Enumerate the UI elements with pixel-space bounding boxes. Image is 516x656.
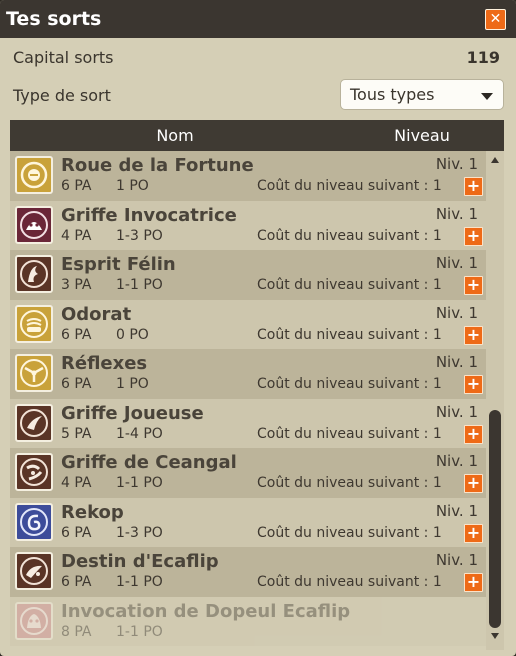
spell-row[interactable]: Odorat 6 PA 0 PO Niv. 1 Coût du niveau s… [10, 299, 486, 349]
summoning-claw-icon [15, 205, 53, 244]
spell-row[interactable]: Roue de la Fortune 6 PA 1 PO Niv. 1 Coût… [10, 151, 486, 201]
spell-list: Roue de la Fortune 6 PA 1 PO Niv. 1 Coût… [10, 151, 486, 650]
spell-name: Destin d'Ecaflip [61, 551, 219, 572]
spell-type-label: Type de sort [13, 86, 111, 105]
dopeul-summon-icon [15, 601, 53, 640]
spell-ap-cost: 8 PA [61, 623, 92, 640]
reflexes-icon [15, 354, 53, 392]
spell-next-level-cost: Coût du niveau suivant : 1 [257, 326, 442, 343]
spell-level: Niv. 1 [435, 303, 478, 322]
scroll-down-arrow-icon[interactable] [491, 633, 499, 639]
spell-name: Griffe Joueuse [61, 402, 204, 424]
feline-spirit-icon [15, 255, 53, 293]
spell-next-level-cost: Coût du niveau suivant : 1 [257, 524, 442, 541]
spell-range: 1 PO [116, 376, 149, 392]
spell-name: Réflexes [61, 353, 148, 374]
level-up-button[interactable]: + [464, 474, 483, 493]
spell-type-selected: Tous types [350, 85, 435, 104]
spell-next-level-cost: Coût du niveau suivant : 1 [257, 475, 442, 491]
level-up-button[interactable]: + [464, 573, 483, 592]
spell-row[interactable]: Réflexes 6 PA 1 PO Niv. 1 Coût du niveau… [10, 349, 486, 399]
playful-claw-icon [15, 403, 53, 442]
fortune-wheel-icon [15, 156, 53, 194]
spell-level: Niv. 1 [435, 452, 478, 470]
spell-next-level-cost: Coût du niveau suivant : 1 [257, 574, 442, 590]
spell-next-level-cost: Coût du niveau suivant : 1 [257, 178, 442, 194]
spell-level: Niv. 1 [435, 551, 478, 569]
title-bar: Tes sorts ✕ [0, 0, 516, 38]
spell-row[interactable]: Griffe de Ceangal 4 PA 1-1 PO Niv. 1 Coû… [10, 448, 486, 498]
scroll-thumb[interactable] [489, 410, 501, 628]
spell-row[interactable]: Griffe Joueuse 5 PA 1-4 PO Niv. 1 Coût d… [10, 398, 486, 448]
chevron-down-icon [481, 93, 493, 100]
spell-level: Niv. 1 [435, 155, 478, 173]
spell-level: Niv. 1 [435, 501, 478, 520]
close-button[interactable]: ✕ [485, 9, 506, 30]
scroll-up-arrow-icon[interactable] [491, 157, 499, 163]
spell-name: Griffe de Ceangal [61, 452, 237, 473]
spell-range: 1-1 PO [116, 623, 163, 640]
spell-row[interactable]: Rekop 6 PA 1-3 PO Niv. 1 Coût du niveau … [10, 497, 486, 547]
spell-ap-cost: 6 PA [61, 376, 92, 392]
level-up-button[interactable]: + [464, 424, 483, 444]
level-up-button[interactable]: + [464, 177, 483, 196]
spell-name: Roue de la Fortune [61, 155, 254, 176]
spell-range: 1-1 PO [116, 475, 163, 491]
spell-table-header: Nom Niveau [10, 120, 504, 151]
spell-row[interactable]: Destin d'Ecaflip 6 PA 1-1 PO Niv. 1 Coût… [10, 547, 486, 597]
level-up-button[interactable]: + [464, 523, 483, 543]
spell-capital-label: Capital sorts [13, 48, 114, 67]
level-up-button[interactable]: + [464, 375, 483, 394]
spell-level: Niv. 1 [435, 402, 478, 421]
spell-name: Odorat [61, 303, 132, 325]
spell-level: Niv. 1 [435, 254, 478, 272]
rekop-icon [15, 502, 53, 541]
spell-next-level-cost: Coût du niveau suivant : 1 [257, 376, 442, 392]
spell-next-level-cost: Coût du niveau suivant : 1 [257, 227, 442, 244]
spell-range: 1-3 PO [116, 227, 163, 244]
spell-row-locked[interactable]: Invocation de Dopeul Ecaflip 8 PA 1-1 PO [10, 596, 486, 646]
ecaflip-destiny-icon [15, 552, 53, 590]
spell-list-scrollbar[interactable] [486, 151, 504, 650]
spell-type-dropdown[interactable]: Tous types [340, 79, 504, 110]
spell-level: Niv. 1 [435, 353, 478, 371]
spell-ap-cost: 6 PA [61, 524, 92, 541]
spell-level: Niv. 1 [435, 204, 478, 223]
spell-range: 1-3 PO [116, 524, 163, 541]
spells-window: Tes sorts ✕ Capital sorts 119 Type de so… [0, 0, 516, 656]
spell-name: Esprit Félin [61, 254, 176, 275]
spell-range: 1-1 PO [116, 574, 163, 590]
spell-range: 1-4 PO [116, 425, 163, 442]
column-header-name[interactable]: Nom [10, 126, 340, 145]
ceangal-claw-icon [15, 453, 53, 491]
level-up-button[interactable]: + [464, 325, 483, 345]
spell-name: Rekop [61, 501, 124, 523]
spell-row[interactable]: Griffe Invocatrice 4 PA 1-3 PO Niv. 1 Co… [10, 200, 486, 250]
spell-name: Invocation de Dopeul Ecaflip [61, 600, 351, 622]
spell-row[interactable]: Esprit Félin 3 PA 1-1 PO Niv. 1 Coût du … [10, 250, 486, 300]
spell-ap-cost: 6 PA [61, 178, 92, 194]
spell-range: 1 PO [116, 178, 149, 194]
spell-capital-value: 119 [466, 48, 500, 67]
spell-next-level-cost: Coût du niveau suivant : 1 [257, 277, 442, 293]
window-title: Tes sorts [6, 8, 102, 30]
spell-ap-cost: 6 PA [61, 326, 92, 343]
spell-range: 1-1 PO [116, 277, 163, 293]
spell-ap-cost: 4 PA [61, 227, 92, 244]
level-up-button[interactable]: + [464, 276, 483, 295]
spell-range: 0 PO [116, 326, 149, 343]
level-up-button[interactable]: + [464, 226, 483, 246]
spell-ap-cost: 4 PA [61, 475, 92, 491]
spell-ap-cost: 6 PA [61, 574, 92, 590]
column-header-level[interactable]: Niveau [340, 126, 504, 145]
spell-next-level-cost: Coût du niveau suivant : 1 [257, 425, 442, 442]
smell-icon [15, 304, 53, 343]
spell-ap-cost: 3 PA [61, 277, 92, 293]
spell-name: Griffe Invocatrice [61, 204, 237, 226]
spell-ap-cost: 5 PA [61, 425, 92, 442]
